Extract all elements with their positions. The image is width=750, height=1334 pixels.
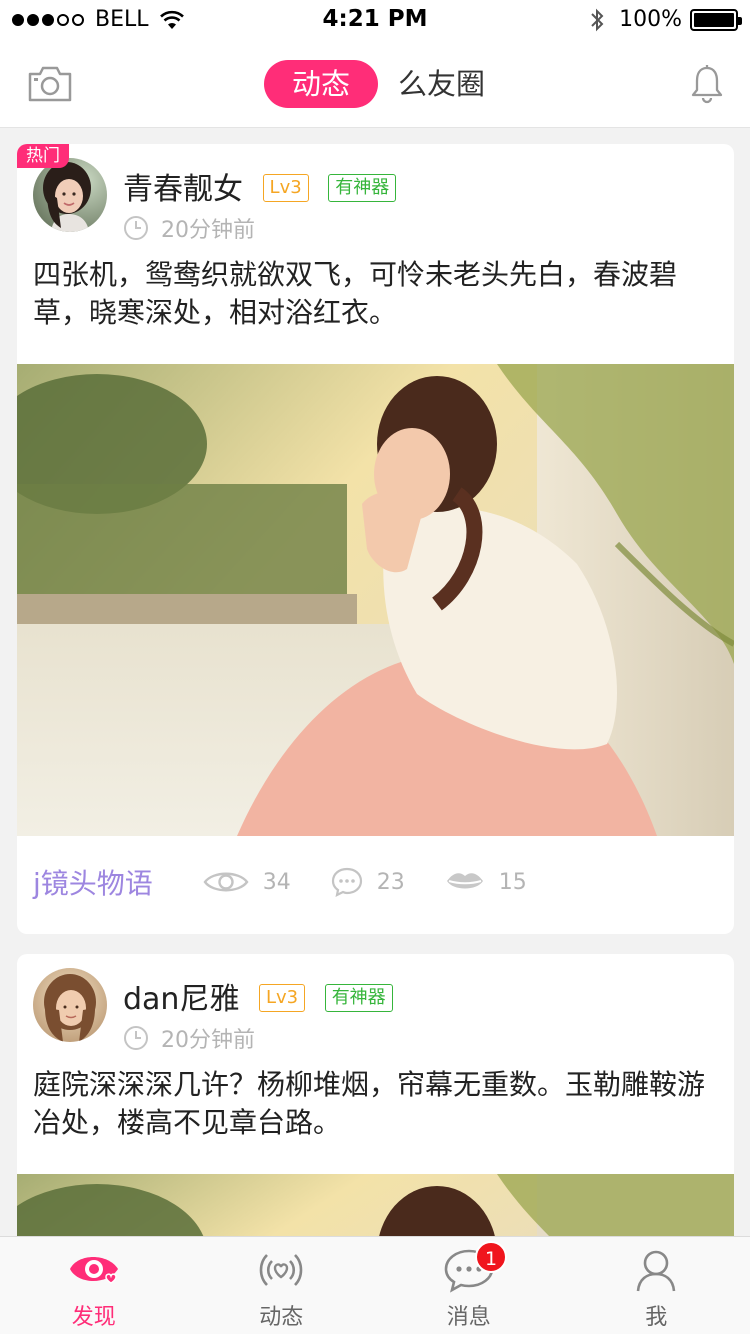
profile-icon [636,1250,676,1292]
feed[interactable]: 热门 青春靓女 Lv3 有神器 20分钟前 四张机，鸳鸯织就欲双飞，可怜未老头先… [0,128,750,1236]
tab-friends-circle[interactable]: 么友圈 [398,60,485,108]
channel-link[interactable]: j镜头物语 [33,862,153,902]
post-content: 四张机，鸳鸯织就欲双飞，可怜未老头先白，春波碧草，晓寒深处，相对浴红衣。 [33,258,678,329]
discover-eye-icon [69,1257,118,1284]
avatar[interactable] [33,968,107,1042]
camera-icon[interactable] [26,64,74,104]
likes-stat[interactable]: 15 [445,869,527,895]
views-stat[interactable]: 34 [203,868,291,896]
post-card[interactable]: 热门 青春靓女 Lv3 有神器 20分钟前 四张机，鸳鸯织就欲双飞，可怜未老头先… [17,144,734,934]
hot-tag: 热门 [17,144,69,168]
tab-discover[interactable]: 发现 [0,1237,188,1334]
bluetooth-icon [591,8,604,31]
level-badge: Lv3 [259,983,306,1012]
post-content: 庭院深深深几许？杨柳堆烟，帘幕无重数。玉勒雕鞍游冶处，楼高不见章台路。 [33,1068,706,1139]
tab-label: 发现 [71,1305,116,1330]
battery-percent: 100% [619,7,682,32]
post-card[interactable]: dan尼雅 Lv3 有神器 20分钟前 庭院深深深几许？杨柳堆烟，帘幕无重数。玉… [17,954,734,1236]
username-text[interactable]: 青春靓女 [123,172,243,207]
activity-icon [259,1254,303,1286]
tab-bar: 发现 动态 1 消息 我 [0,1236,750,1334]
comments-stat[interactable]: 23 [331,867,405,897]
post-time-text: 20分钟前 [161,1028,255,1053]
tab-messages[interactable]: 1 消息 [375,1237,563,1334]
post-time: 20分钟前 [123,1022,255,1054]
clock-icon [124,216,148,240]
post-photo[interactable] [17,1174,734,1236]
nav-bar: 动态 么友圈 [0,40,750,128]
tab-label: 动态 [259,1305,304,1330]
artifact-badge: 有神器 [324,983,393,1012]
username[interactable]: 青春靓女 Lv3 有神器 [123,164,397,208]
post-time-text: 20分钟前 [161,218,255,243]
battery-icon [690,8,742,31]
comment-icon [331,867,362,897]
comments-count: 23 [376,869,405,895]
tab-label: 我 [645,1305,668,1330]
level-badge: Lv3 [262,173,309,202]
tab-label: 消息 [446,1305,491,1330]
post-photo[interactable] [17,364,734,836]
segmented-control: 动态 么友圈 [264,60,485,108]
eye-icon [203,872,249,892]
lips-icon [446,873,483,889]
status-bar: BELL 4:21 PM 100% [0,0,750,40]
tab-activity[interactable]: 动态 [264,60,379,108]
tab-activity-feed[interactable]: 动态 [188,1237,376,1334]
username[interactable]: dan尼雅 Lv3 有神器 [123,974,393,1018]
tab-profile[interactable]: 我 [563,1237,750,1334]
avatar[interactable] [33,158,107,232]
clock-icon [124,1026,148,1050]
post-time: 20分钟前 [123,212,255,244]
likes-count: 15 [498,869,527,895]
artifact-badge: 有神器 [328,173,397,202]
unread-badge: 1 [475,1241,507,1273]
status-right: 100% [589,7,742,32]
post-stats: j镜头物语 34 23 15 [33,862,723,902]
username-text[interactable]: dan尼雅 [123,982,239,1017]
views-count: 34 [262,869,291,895]
bell-icon[interactable] [690,64,724,104]
